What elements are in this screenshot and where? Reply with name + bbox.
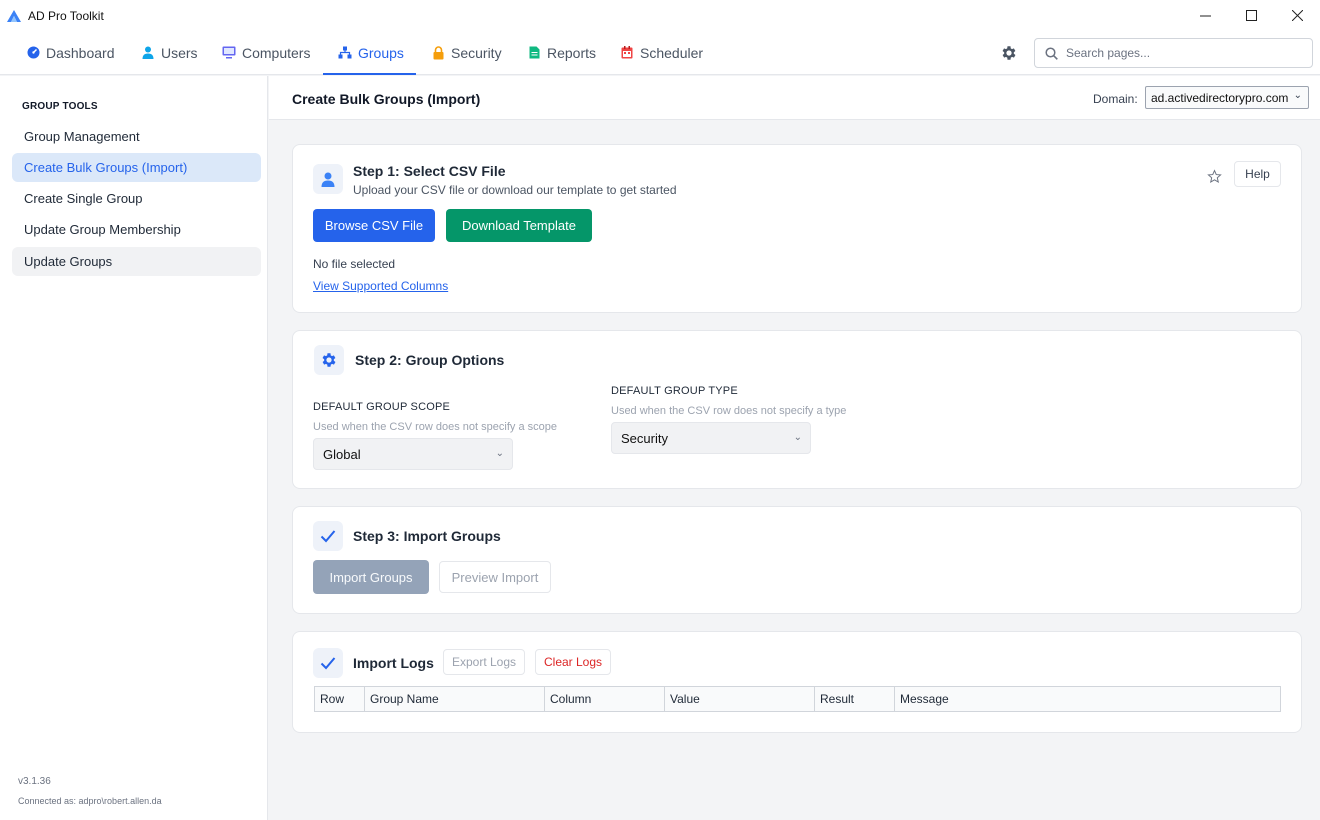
browse-csv-button[interactable]: Browse CSV File bbox=[313, 209, 435, 242]
favorite-star-button[interactable] bbox=[1207, 169, 1223, 185]
sidebar-item-update-groups[interactable]: Update Groups bbox=[12, 247, 261, 276]
report-icon bbox=[527, 46, 541, 60]
import-logs-card: Import Logs Export Logs Clear Logs Row G… bbox=[292, 631, 1302, 733]
step1-subtitle: Upload your CSV file or download our tem… bbox=[353, 183, 677, 197]
groups-icon bbox=[338, 46, 352, 60]
column-header-row[interactable]: Row bbox=[315, 687, 365, 711]
group-type-help: Used when the CSV row does not specify a… bbox=[611, 405, 847, 417]
checkmark-icon bbox=[313, 521, 343, 551]
download-template-button[interactable]: Download Template bbox=[446, 209, 592, 242]
group-scope-select[interactable]: Global ⌄ bbox=[313, 438, 513, 470]
step1-title: Step 1: Select CSV File bbox=[353, 163, 506, 179]
close-icon bbox=[1291, 10, 1303, 21]
import-logs-title: Import Logs bbox=[353, 655, 434, 671]
sidebar-item-label: Update Group Membership bbox=[24, 222, 181, 237]
group-scope-label: DEFAULT GROUP SCOPE bbox=[313, 401, 451, 413]
gear-icon bbox=[314, 345, 344, 375]
sidebar-item-label: Create Bulk Groups (Import) bbox=[24, 160, 188, 175]
group-scope-value: Global bbox=[323, 446, 361, 462]
maximize-button[interactable] bbox=[1228, 0, 1274, 31]
import-groups-button[interactable]: Import Groups bbox=[313, 560, 429, 594]
monitor-icon bbox=[222, 46, 236, 60]
view-supported-columns-link[interactable]: View Supported Columns bbox=[313, 279, 448, 293]
clear-logs-button[interactable]: Clear Logs bbox=[535, 649, 611, 675]
sidebar-item-create-single-group[interactable]: Create Single Group bbox=[12, 184, 261, 213]
import-logs-table: Row Group Name Column Value Result Messa… bbox=[314, 686, 1281, 712]
connected-user-label: Connected as: adpro\robert.allen.da bbox=[18, 796, 162, 806]
domain-select-value: ad.activedirectorypro.com bbox=[1151, 90, 1289, 105]
minimize-button[interactable] bbox=[1182, 0, 1228, 31]
dashboard-icon bbox=[26, 46, 40, 60]
sidebar-item-label: Update Groups bbox=[24, 254, 113, 269]
lock-icon bbox=[431, 45, 445, 60]
tab-dashboard[interactable]: Dashboard bbox=[26, 31, 115, 74]
window-controls bbox=[1182, 0, 1320, 31]
step3-title: Step 3: Import Groups bbox=[353, 528, 501, 544]
file-status: No file selected bbox=[313, 257, 396, 271]
user-icon bbox=[141, 46, 155, 60]
tab-reports-label: Reports bbox=[547, 44, 597, 61]
sidebar-item-label: Create Single Group bbox=[24, 191, 143, 206]
group-type-select[interactable]: Security ⌄ bbox=[611, 422, 811, 454]
calendar-icon bbox=[620, 46, 634, 60]
tab-computers[interactable]: Computers bbox=[222, 31, 310, 74]
search-box[interactable] bbox=[1034, 38, 1313, 68]
help-button[interactable]: Help bbox=[1234, 161, 1281, 187]
step3-card: Step 3: Import Groups Import Groups Prev… bbox=[292, 506, 1302, 614]
tab-security-label: Security bbox=[451, 44, 502, 61]
group-type-label: DEFAULT GROUP TYPE bbox=[611, 385, 738, 397]
checkmark-icon bbox=[313, 648, 343, 678]
tab-dashboard-label: Dashboard bbox=[46, 44, 115, 61]
sidebar: GROUP TOOLS Group Management Create Bulk… bbox=[0, 76, 268, 820]
tab-groups-label: Groups bbox=[358, 44, 404, 61]
search-icon bbox=[1045, 46, 1058, 60]
column-header-message[interactable]: Message bbox=[895, 687, 1280, 711]
title-bar: AD Pro Toolkit bbox=[0, 0, 1320, 31]
tab-groups[interactable]: Groups bbox=[323, 31, 416, 75]
settings-button[interactable] bbox=[998, 42, 1020, 64]
chevron-down-icon: ⌄ bbox=[1293, 90, 1302, 101]
sidebar-item-update-group-membership[interactable]: Update Group Membership bbox=[12, 215, 261, 244]
domain-label: Domain: bbox=[1093, 92, 1138, 106]
star-icon bbox=[1207, 169, 1222, 184]
gear-icon bbox=[1002, 46, 1016, 60]
chevron-down-icon: ⌄ bbox=[793, 432, 802, 443]
sidebar-item-label: Group Management bbox=[24, 129, 140, 144]
search-input[interactable] bbox=[1066, 46, 1286, 60]
step1-card: Step 1: Select CSV File Upload your CSV … bbox=[292, 144, 1302, 313]
minimize-icon bbox=[1199, 15, 1211, 17]
export-logs-button[interactable]: Export Logs bbox=[443, 649, 525, 675]
group-type-value: Security bbox=[621, 430, 668, 446]
top-nav: Dashboard Users Computers Groups Securit… bbox=[0, 31, 1320, 75]
page-title: Create Bulk Groups (Import) bbox=[292, 91, 481, 107]
tab-reports[interactable]: Reports bbox=[527, 31, 596, 74]
close-button[interactable] bbox=[1274, 0, 1320, 31]
tab-computers-label: Computers bbox=[242, 44, 311, 61]
maximize-icon bbox=[1245, 10, 1257, 21]
sidebar-heading: GROUP TOOLS bbox=[22, 101, 98, 112]
sidebar-item-create-bulk-groups[interactable]: Create Bulk Groups (Import) bbox=[12, 153, 261, 182]
tab-users-label: Users bbox=[161, 44, 198, 61]
sidebar-item-group-management[interactable]: Group Management bbox=[12, 122, 261, 151]
step2-card: Step 2: Group Options DEFAULT GROUP SCOP… bbox=[292, 330, 1302, 489]
column-header-column[interactable]: Column bbox=[545, 687, 665, 711]
column-header-group-name[interactable]: Group Name bbox=[365, 687, 545, 711]
app-logo-icon bbox=[7, 9, 21, 22]
column-header-result[interactable]: Result bbox=[815, 687, 895, 711]
chevron-down-icon: ⌄ bbox=[495, 448, 504, 459]
tab-users[interactable]: Users bbox=[141, 31, 198, 74]
content-header: Create Bulk Groups (Import) Domain: ad.a… bbox=[269, 76, 1320, 120]
tab-scheduler-label: Scheduler bbox=[640, 44, 704, 61]
tab-scheduler[interactable]: Scheduler bbox=[620, 31, 703, 74]
app-title: AD Pro Toolkit bbox=[28, 8, 104, 23]
domain-select[interactable]: ad.activedirectorypro.com ⌄ bbox=[1145, 86, 1309, 109]
group-scope-help: Used when the CSV row does not specify a… bbox=[313, 421, 557, 433]
step2-title: Step 2: Group Options bbox=[355, 352, 505, 368]
tab-security[interactable]: Security bbox=[431, 31, 502, 74]
column-header-value[interactable]: Value bbox=[665, 687, 815, 711]
user-icon bbox=[313, 164, 343, 194]
preview-import-button[interactable]: Preview Import bbox=[439, 561, 551, 593]
version-label: v3.1.36 bbox=[18, 776, 51, 787]
